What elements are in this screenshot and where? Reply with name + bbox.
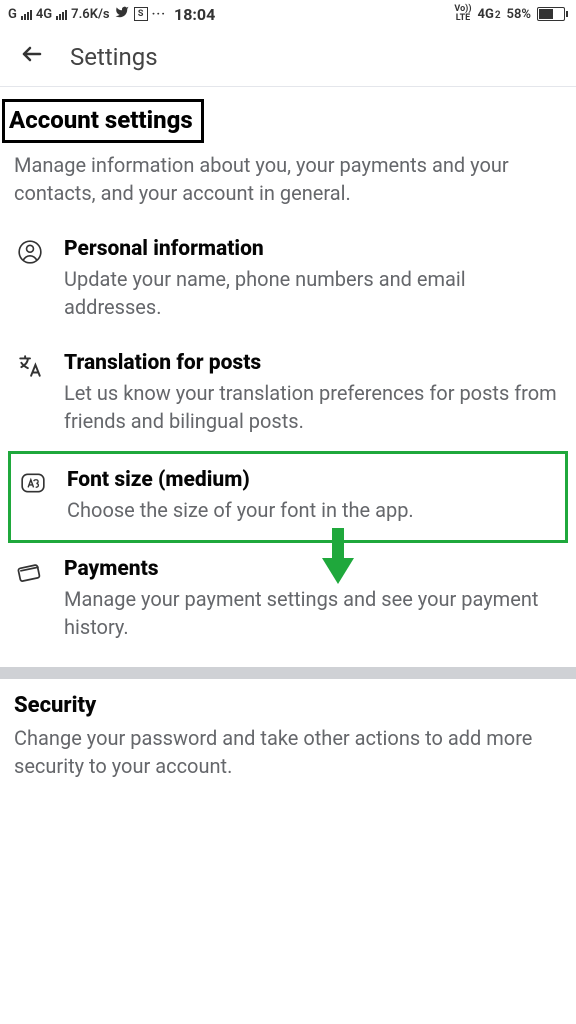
translation-icon [14,351,46,435]
item-desc: Choose the size of your font in the app. [67,496,559,524]
annotation-highlight-box: Font size (medium) Choose the size of yo… [8,451,568,543]
battery-icon [537,7,568,21]
account-settings-heading: Account settings [9,106,193,134]
item-desc: Let us know your translation preferences… [64,379,562,435]
more-dots: ··· [152,7,166,22]
app-header: Settings [0,28,576,87]
s-box-icon: S [134,7,148,21]
item-title: Font size (medium) [67,468,559,492]
item-payments[interactable]: Payments Manage your payment settings an… [0,543,576,657]
section-divider [0,667,576,679]
status-left: G 4G 7.6K/s S ··· 18:04 [8,5,215,24]
network-4g2-icon: 4G 2 [478,7,501,22]
data-speed: 7.6K/s [71,7,109,22]
account-settings-section: Account settings Manage information abou… [0,87,576,223]
status-right: Vo)) LTE 4G 2 58% [454,5,568,23]
signal-bars-2-icon [56,8,67,20]
item-title: Personal information [64,237,562,261]
item-title: Payments [64,557,562,581]
item-title: Translation for posts [64,351,562,375]
network-4g-label: 4G [36,7,52,22]
item-translation[interactable]: Translation for posts Let us know your t… [0,337,576,451]
back-arrow-icon[interactable] [18,42,46,72]
account-settings-desc: Manage information about you, your payme… [14,151,562,207]
person-icon [14,237,46,321]
status-bar: G 4G 7.6K/s S ··· 18:04 Vo)) LTE 4G 2 58… [0,0,576,28]
volte-icon: Vo)) LTE [454,5,471,23]
item-font-size[interactable]: Font size (medium) Choose the size of yo… [11,454,565,540]
security-heading: Security [14,693,562,718]
page-title: Settings [70,43,158,71]
item-desc: Manage your payment settings and see you… [64,585,562,641]
item-personal-information[interactable]: Personal information Update your name, p… [0,223,576,337]
payments-icon [14,557,46,641]
signal-bars-1-icon [21,8,32,20]
font-size-icon [17,468,49,524]
security-desc: Change your password and take other acti… [14,724,562,780]
account-heading-highlight: Account settings [2,99,204,143]
clock-time: 18:04 [174,5,215,24]
battery-pct: 58% [507,7,531,22]
carrier-label: G [8,7,17,22]
security-section: Security Change your password and take o… [0,679,576,788]
item-desc: Update your name, phone numbers and emai… [64,265,562,321]
twitter-icon [114,5,130,23]
